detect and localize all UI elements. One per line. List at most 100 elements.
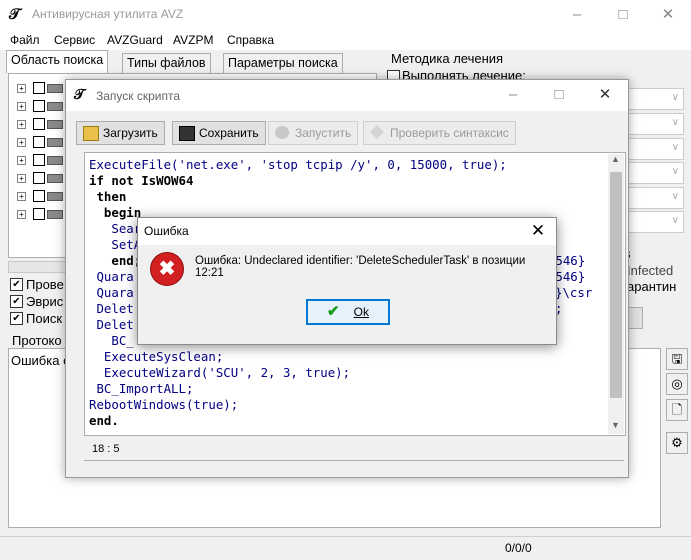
save-button[interactable]: Сохранить <box>172 121 266 145</box>
chevron-down-icon: ∨ <box>671 117 679 128</box>
app-title: Антивирусная утилита AVZ <box>32 7 184 21</box>
treatment-combo[interactable]: ∨ <box>624 138 684 160</box>
script-window-title: Запуск скрипта <box>96 89 181 103</box>
tab-search-area[interactable]: Область поиска <box>6 50 109 73</box>
chevron-down-icon: ∨ <box>671 215 679 226</box>
check-label: Прове <box>26 277 64 292</box>
app-icon: 𝒯 <box>9 6 21 23</box>
expand-icon[interactable]: + <box>17 192 26 201</box>
expand-icon[interactable]: + <box>17 174 26 183</box>
maximize-icon[interactable]: □ <box>536 80 582 111</box>
treatment-combo[interactable]: ∨ <box>624 162 684 184</box>
maximize-icon[interactable]: □ <box>600 0 646 30</box>
script-window-titlebar: 𝒯 Запуск скрипта – □ ✕ <box>66 80 628 111</box>
editor-status: 18 : 5 <box>84 441 624 459</box>
code-line[interactable]: ExecuteWizard('SCU', 2, 3, true); <box>89 365 507 381</box>
tab-log[interactable]: Протоко <box>12 333 62 348</box>
treatment-combo[interactable]: ∨ <box>624 88 684 110</box>
expand-icon[interactable]: + <box>17 120 26 129</box>
group-label: Методика лечения <box>391 51 504 66</box>
run-button[interactable]: Запустить <box>268 121 359 145</box>
checkbox[interactable] <box>33 208 45 220</box>
treatment-combo[interactable]: ∨ <box>624 211 684 233</box>
treatment-combo[interactable]: ∨ <box>624 113 684 135</box>
log-text: Ошибка с <box>11 353 70 368</box>
status-bar: 0/0/0 <box>0 536 691 560</box>
expand-icon[interactable]: + <box>17 156 26 165</box>
chevron-down-icon: ∨ <box>671 142 679 153</box>
tab-search-params[interactable]: Параметры поиска <box>223 53 343 73</box>
checkbox[interactable]: ✔ <box>10 295 23 308</box>
load-button[interactable]: Загрузить <box>76 121 165 145</box>
save-log-icon[interactable]: 🖫 <box>666 348 688 370</box>
checkbox[interactable] <box>33 118 45 130</box>
code-line[interactable]: ExecuteFile('net.exe', 'stop tcpip /y', … <box>89 157 507 173</box>
load-label: Загрузить <box>103 126 158 140</box>
menu-help[interactable]: Справка <box>227 33 274 47</box>
right-text-fragment: Infected <box>627 263 674 278</box>
play-icon <box>275 126 289 139</box>
drive-icon <box>47 138 63 147</box>
error-dialog-title: Ошибка <box>144 224 189 238</box>
glasses-icon[interactable]: ◎ <box>666 373 688 395</box>
checkbox[interactable] <box>33 82 45 94</box>
checkbox[interactable] <box>33 172 45 184</box>
main-titlebar: 𝒯 Антивирусная утилита AVZ – □ ✕ <box>0 0 691 30</box>
code-fragment: }\csr <box>555 285 593 300</box>
network-icon[interactable]: ⚙ <box>666 432 688 454</box>
close-icon[interactable]: ✕ <box>520 218 556 245</box>
drive-icon <box>47 84 63 93</box>
script-window-footer <box>84 460 624 473</box>
tab-file-types[interactable]: Типы файлов <box>122 53 211 73</box>
code-line[interactable]: if not IsWOW64 <box>89 173 507 189</box>
checkbox[interactable]: ✔ <box>10 278 23 291</box>
ok-button[interactable]: ✔ Ok <box>306 299 390 325</box>
minimize-icon[interactable]: – <box>490 80 536 111</box>
menu-avzguard[interactable]: AVZGuard <box>107 33 163 47</box>
chevron-down-icon: ∨ <box>671 92 679 103</box>
scroll-thumb[interactable] <box>610 172 622 398</box>
checkbox[interactable]: ✔ <box>10 312 23 325</box>
treatment-combo[interactable]: ∨ <box>624 187 684 209</box>
status-counter: 0/0/0 <box>505 541 532 555</box>
code-line[interactable]: ExecuteSysClean; <box>89 349 507 365</box>
checkbox[interactable] <box>33 100 45 112</box>
check-label: Поиск <box>26 311 63 326</box>
scroll-up-icon[interactable]: ▲ <box>611 154 620 164</box>
code-line[interactable]: then <box>89 189 507 205</box>
menu-service[interactable]: Сервис <box>54 33 95 47</box>
checkbox[interactable] <box>33 190 45 202</box>
script-window-icon: 𝒯 <box>74 86 85 102</box>
close-icon[interactable]: ✕ <box>645 0 691 30</box>
expand-icon[interactable]: + <box>17 210 26 219</box>
floppy-icon <box>179 126 195 141</box>
check-syntax-button[interactable]: Проверить синтаксис <box>363 121 516 145</box>
error-message: Ошибка: Undeclared identifier: 'DeleteSc… <box>195 255 526 279</box>
cursor-position: 18 : 5 <box>92 443 120 455</box>
menu-avzpm[interactable]: AVZPM <box>173 33 213 47</box>
editor-vscrollbar[interactable]: ▲ ▼ <box>608 154 624 434</box>
code-line[interactable]: BC_ImportALL; <box>89 381 507 397</box>
check-label: Эврис <box>26 294 64 309</box>
ok-label: Ok <box>353 305 369 319</box>
run-label: Запустить <box>295 126 352 140</box>
close-icon[interactable]: ✕ <box>582 80 628 111</box>
folder-icon <box>83 126 99 141</box>
check-syntax-label: Проверить синтаксис <box>390 126 509 140</box>
menu-file[interactable]: Файл <box>10 33 40 47</box>
chevron-down-icon: ∨ <box>671 191 679 202</box>
document-icon[interactable]: 🗋 <box>666 399 688 421</box>
expand-icon[interactable]: + <box>17 138 26 147</box>
chevron-down-icon: ∨ <box>671 166 679 177</box>
drive-icon <box>47 120 63 129</box>
minimize-icon[interactable]: – <box>554 0 600 30</box>
code-line[interactable]: end. <box>89 413 507 429</box>
drive-icon <box>47 102 63 111</box>
checkbox[interactable] <box>33 154 45 166</box>
checkbox[interactable] <box>33 136 45 148</box>
expand-icon[interactable]: + <box>17 102 26 111</box>
code-line[interactable]: RebootWindows(true); <box>89 397 507 413</box>
expand-icon[interactable]: + <box>17 84 26 93</box>
scroll-down-icon[interactable]: ▼ <box>611 420 620 430</box>
error-icon: ✖ <box>150 252 184 286</box>
